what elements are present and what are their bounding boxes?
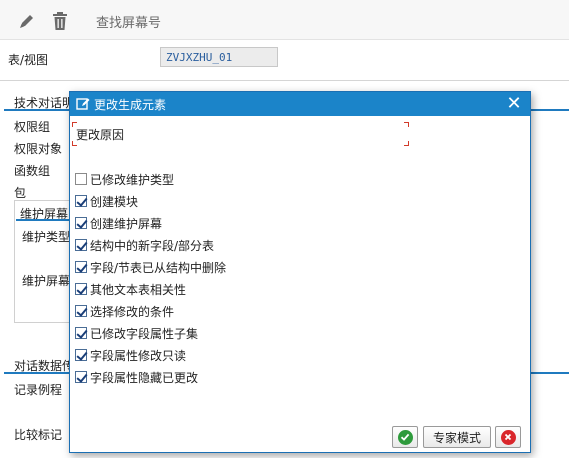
- pencil-icon[interactable]: [16, 10, 38, 32]
- option-label: 其他文本表相关性: [90, 282, 187, 297]
- option-maint-type-changed[interactable]: 已修改维护类型: [75, 170, 174, 188]
- table-view-label: 表/视图: [8, 53, 49, 67]
- checkbox[interactable]: [75, 195, 87, 207]
- checkbox[interactable]: [75, 239, 87, 251]
- option-fields-deleted[interactable]: 字段/节表已从结构中删除: [75, 258, 226, 276]
- option-label: 字段属性修改只读: [90, 348, 187, 363]
- table-view-field[interactable]: ZVJXZHU_01: [160, 47, 278, 67]
- option-text-table-dependency[interactable]: 其他文本表相关性: [75, 280, 186, 298]
- dialog-title-bar[interactable]: 更改生成元素 ✕: [70, 92, 530, 116]
- checkbox[interactable]: [75, 173, 87, 185]
- confirm-button[interactable]: [392, 426, 418, 448]
- option-label: 创建模块: [90, 194, 139, 209]
- package-label: 包: [14, 186, 27, 200]
- checkbox[interactable]: [75, 217, 87, 229]
- option-selection-conditions[interactable]: 选择修改的条件: [75, 302, 174, 320]
- required-field-marker: [404, 141, 409, 146]
- check-icon: [397, 429, 413, 445]
- cancel-icon: [500, 429, 516, 445]
- application-toolbar: 查找屏幕号: [0, 0, 569, 40]
- option-label: 选择修改的条件: [90, 304, 175, 319]
- option-label: 结构中的新字段/部分表: [90, 238, 215, 253]
- record-routine-label: 记录例程: [14, 383, 63, 397]
- option-label: 已修改字段属性子集: [90, 326, 199, 341]
- section-underline: [16, 219, 70, 221]
- compare-flag-label: 比较标记: [14, 428, 63, 442]
- option-label: 字段属性隐藏已更改: [90, 370, 199, 385]
- change-generated-elements-dialog: 更改生成元素 ✕ 更改原因 已修改维护类型 创建模块 创建维护屏幕 结构中的新字…: [69, 91, 531, 453]
- find-screen-number-button[interactable]: 查找屏幕号: [96, 12, 161, 31]
- option-label: 字段/节表已从结构中删除: [90, 260, 227, 275]
- function-group-label: 函数组: [14, 164, 51, 178]
- auth-object-label: 权限对象: [14, 142, 63, 156]
- option-create-module[interactable]: 创建模块: [75, 192, 138, 210]
- checkbox[interactable]: [75, 349, 87, 361]
- checkbox[interactable]: [75, 327, 87, 339]
- cancel-button[interactable]: [495, 426, 521, 448]
- checkbox[interactable]: [75, 371, 87, 383]
- maint-type-label: 维护类型: [22, 230, 71, 244]
- section-underline: [4, 109, 70, 111]
- close-icon[interactable]: ✕: [504, 94, 524, 114]
- change-reason-label: 更改原因: [76, 128, 125, 142]
- divider: [0, 80, 569, 81]
- option-field-attr-hidden[interactable]: 字段属性隐藏已更改: [75, 368, 198, 386]
- option-create-maint-screen[interactable]: 创建维护屏幕: [75, 214, 162, 232]
- edit-window-icon: [76, 97, 90, 111]
- checkbox[interactable]: [75, 283, 87, 295]
- maint-screen-label: 维护屏幕: [22, 274, 71, 288]
- option-label: 已修改维护类型: [90, 172, 175, 187]
- section-underline: [4, 372, 70, 374]
- option-field-attr-subset[interactable]: 已修改字段属性子集: [75, 324, 198, 342]
- section-underline-right: [531, 372, 569, 374]
- required-field-marker: [404, 122, 409, 127]
- option-field-attr-readonly[interactable]: 字段属性修改只读: [75, 346, 186, 364]
- trash-icon[interactable]: [49, 10, 71, 32]
- checkbox[interactable]: [75, 261, 87, 273]
- dialog-title: 更改生成元素: [94, 98, 167, 112]
- checkbox[interactable]: [75, 305, 87, 317]
- section-underline-right: [531, 109, 569, 111]
- option-label: 创建维护屏幕: [90, 216, 163, 231]
- option-new-fields[interactable]: 结构中的新字段/部分表: [75, 236, 214, 254]
- auth-group-label: 权限组: [14, 120, 51, 134]
- expert-mode-button[interactable]: 专家模式: [423, 426, 491, 448]
